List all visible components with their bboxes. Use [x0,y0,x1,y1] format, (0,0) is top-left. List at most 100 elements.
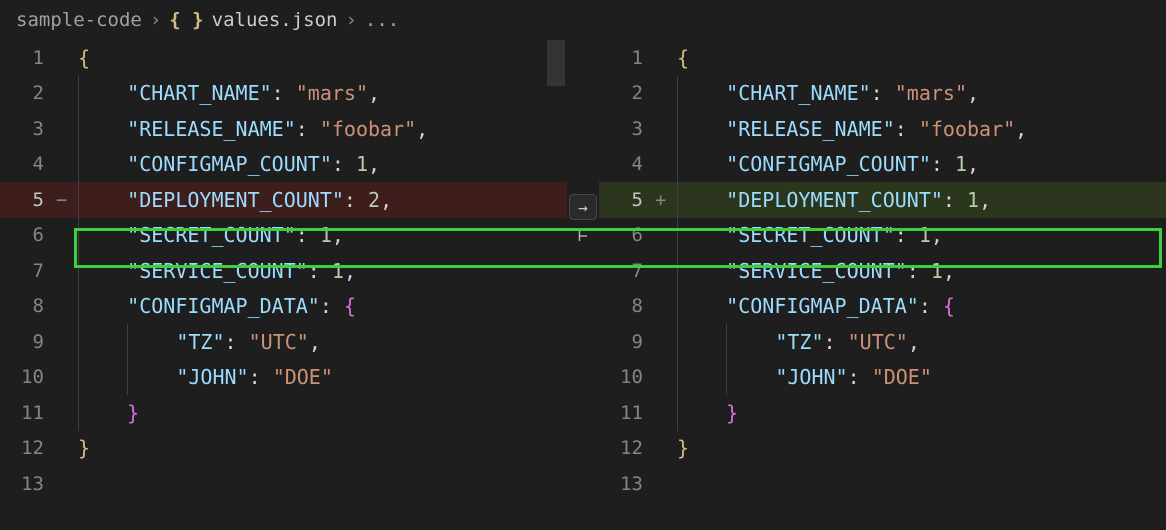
code-line[interactable]: 2 "CHART_NAME": "mars", [0,76,567,112]
code-line[interactable]: 13 [599,466,1166,502]
code-line[interactable]: 12} [599,431,1166,467]
breadcrumb-trail[interactable]: ... [365,9,399,31]
code-content[interactable]: "RELEASE_NAME": "foobar", [78,111,567,147]
token: : [249,365,273,389]
code-line[interactable]: 12} [0,431,567,467]
code-content[interactable]: "CHART_NAME": "mars", [677,76,1166,112]
code-content[interactable]: "CONFIGMAP_COUNT": 1, [78,147,567,183]
code-line[interactable]: 1{ [0,40,567,76]
code-content[interactable]: { [677,40,1166,76]
code-content[interactable]: "SECRET_COUNT": 1, [78,218,567,254]
token: "CHART_NAME" [127,81,272,105]
token: "SECRET_COUNT" [726,223,895,247]
code-content[interactable]: "DEPLOYMENT_COUNT": 1, [677,182,1166,218]
code-line[interactable]: 13 [0,466,567,502]
code-content[interactable]: "DEPLOYMENT_COUNT": 2, [78,182,567,218]
token: { [677,46,689,70]
token: "UTC" [848,330,908,354]
diff-pane-modified[interactable]: 1{2 "CHART_NAME": "mars",3 "RELEASE_NAME… [599,40,1166,530]
code-line[interactable]: 6 "SECRET_COUNT": 1, [599,218,1166,254]
line-number[interactable]: 1 [0,47,56,69]
code-line[interactable]: 5+ "DEPLOYMENT_COUNT": 1, [599,182,1166,218]
line-number[interactable]: 7 [0,260,56,282]
code-content[interactable] [677,466,1166,502]
code-line[interactable]: 4 "CONFIGMAP_COUNT": 1, [0,147,567,183]
code-line[interactable]: 3 "RELEASE_NAME": "foobar", [0,111,567,147]
line-number[interactable]: 6 [599,224,655,246]
line-number[interactable]: 11 [599,402,655,424]
line-number[interactable]: 9 [0,331,56,353]
code-content[interactable]: "SECRET_COUNT": 1, [677,218,1166,254]
code-line[interactable]: 3 "RELEASE_NAME": "foobar", [599,111,1166,147]
code-line[interactable]: 1{ [599,40,1166,76]
breadcrumb-file[interactable]: values.json [212,9,338,31]
line-number[interactable]: 12 [0,437,56,459]
line-number[interactable]: 2 [599,82,655,104]
line-number[interactable]: 10 [0,366,56,388]
code-line[interactable]: 5− "DEPLOYMENT_COUNT": 2, [0,182,567,218]
code-content[interactable]: } [677,431,1166,467]
line-number[interactable]: 3 [0,118,56,140]
line-number[interactable]: 13 [0,473,56,495]
line-number[interactable]: 8 [0,295,56,317]
line-number[interactable]: 5 [599,189,655,211]
code-line[interactable]: 7 "SERVICE_COUNT": 1, [0,253,567,289]
line-number[interactable]: 11 [0,402,56,424]
token: : [895,223,919,247]
diff-pane-original[interactable]: 1{2 "CHART_NAME": "mars",3 "RELEASE_NAME… [0,40,567,530]
code-line[interactable]: 9 "TZ": "UTC", [0,324,567,360]
code-content[interactable] [78,466,567,502]
line-number[interactable]: 10 [599,366,655,388]
code-line[interactable]: 6 "SECRET_COUNT": 1, [0,218,567,254]
line-number[interactable]: 7 [599,260,655,282]
code-content[interactable]: } [677,395,1166,431]
token: "CHART_NAME" [726,81,871,105]
code-line[interactable]: 9 "TZ": "UTC", [599,324,1166,360]
breadcrumb-folder[interactable]: sample-code [16,9,142,31]
code-line[interactable]: 7 "SERVICE_COUNT": 1, [599,253,1166,289]
code-line[interactable]: 8 "CONFIGMAP_DATA": { [599,289,1166,325]
code-content[interactable]: "SERVICE_COUNT": 1, [78,253,567,289]
code-line[interactable]: 10 "JOHN": "DOE" [599,360,1166,396]
line-number[interactable]: 4 [0,153,56,175]
code-content[interactable]: "TZ": "UTC", [677,324,1166,360]
code-content[interactable]: } [78,431,567,467]
code-content[interactable]: "RELEASE_NAME": "foobar", [677,111,1166,147]
code-content[interactable]: "TZ": "UTC", [78,324,567,360]
line-number[interactable]: 1 [599,47,655,69]
code-content[interactable]: "JOHN": "DOE" [677,360,1166,396]
line-number[interactable]: 4 [599,153,655,175]
chevron-right-icon: › [150,9,161,31]
code-line[interactable]: 8 "CONFIGMAP_DATA": { [0,289,567,325]
code-content[interactable]: "CHART_NAME": "mars", [78,76,567,112]
token: , [309,330,321,354]
line-number[interactable]: 12 [599,437,655,459]
code-content[interactable]: "JOHN": "DOE" [78,360,567,396]
line-number[interactable]: 8 [599,295,655,317]
token: "RELEASE_NAME" [127,117,296,141]
line-number[interactable]: 3 [599,118,655,140]
code-line[interactable]: 11 } [0,395,567,431]
line-number[interactable]: 5 [0,189,56,211]
line-number[interactable]: 2 [0,82,56,104]
code-content[interactable]: { [78,40,567,76]
code-content[interactable]: "SERVICE_COUNT": 1, [677,253,1166,289]
token: : [848,365,872,389]
code-line[interactable]: 11 } [599,395,1166,431]
line-number[interactable]: 9 [599,331,655,353]
line-number[interactable]: 13 [599,473,655,495]
line-number[interactable]: 6 [0,224,56,246]
code-line[interactable]: 10 "JOHN": "DOE" [0,360,567,396]
code-content[interactable]: "CONFIGMAP_DATA": { [78,289,567,325]
apply-change-button[interactable]: → [569,194,597,220]
code-line[interactable]: 2 "CHART_NAME": "mars", [599,76,1166,112]
token: "DEPLOYMENT_COUNT" [726,188,943,212]
breadcrumb[interactable]: sample-code › { } values.json › ... [0,0,1166,40]
code-line[interactable]: 4 "CONFIGMAP_COUNT": 1, [599,147,1166,183]
token: "JOHN" [775,365,847,389]
revert-marker-icon[interactable]: ⊢ [578,226,588,245]
code-content[interactable]: "CONFIGMAP_DATA": { [677,289,1166,325]
code-content[interactable]: } [78,395,567,431]
token: 1 [320,223,332,247]
code-content[interactable]: "CONFIGMAP_COUNT": 1, [677,147,1166,183]
